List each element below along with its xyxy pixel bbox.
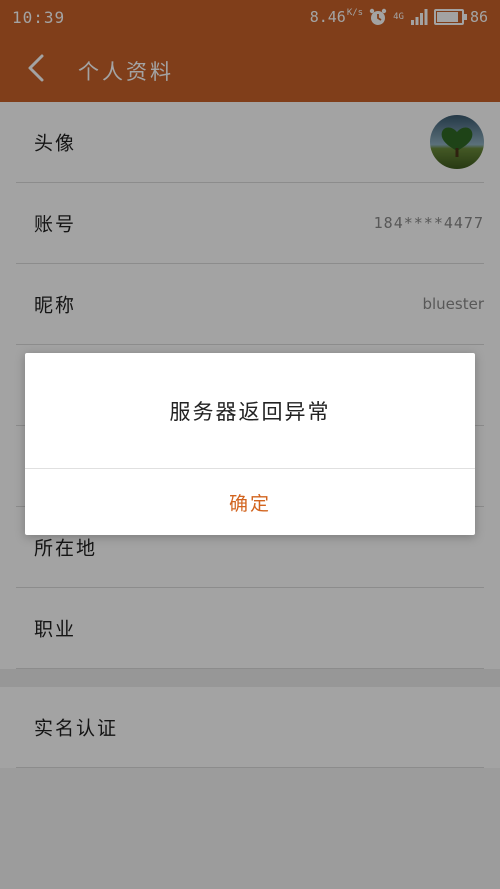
dialog-message: 服务器返回异常 xyxy=(169,399,331,424)
error-dialog: 服务器返回异常 确定 xyxy=(25,353,475,535)
confirm-button[interactable]: 确定 xyxy=(25,469,475,535)
